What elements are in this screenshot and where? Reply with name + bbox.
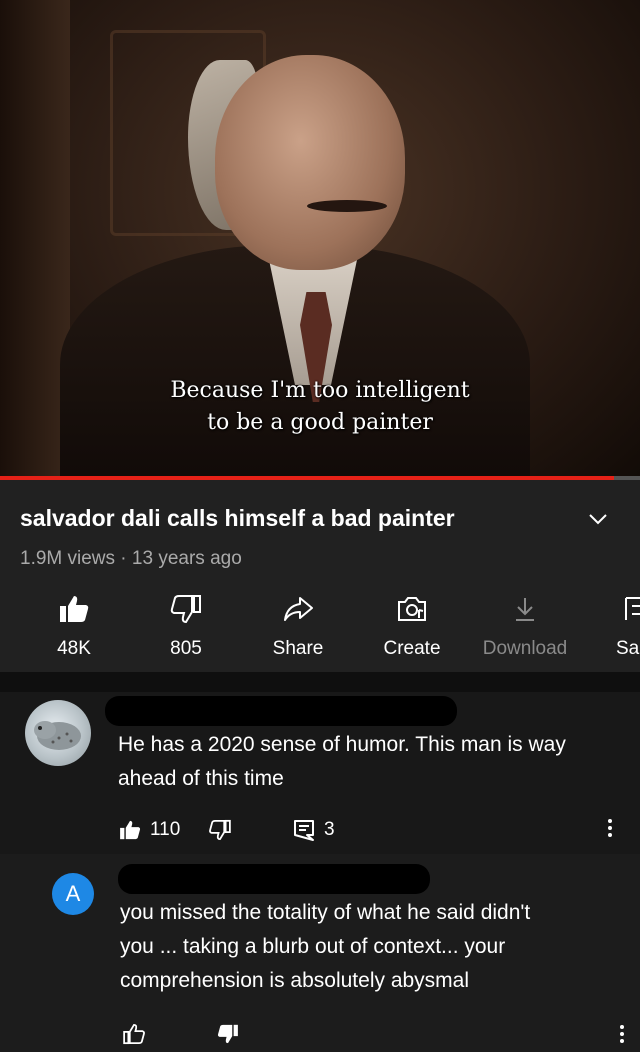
- action-bar: 48K 805 Share Create Download Sa: [0, 592, 640, 672]
- download-button[interactable]: Download: [475, 592, 575, 660]
- share-icon: [284, 597, 313, 621]
- comment-1-like-button[interactable]: 110: [118, 818, 180, 842]
- video-person-head: [215, 55, 405, 270]
- redacted-username: [105, 696, 457, 726]
- comment-1-dislike-button[interactable]: [208, 818, 232, 842]
- like-button[interactable]: 48K: [24, 592, 124, 660]
- comment-2-like-button[interactable]: [122, 1022, 146, 1046]
- comment-2-text-line-1: you missed the totality of what he said …: [120, 901, 531, 924]
- share-label: Share: [272, 638, 324, 659]
- thumbs-up-icon: [123, 1023, 145, 1045]
- comment-1-more-icon[interactable]: [608, 816, 614, 840]
- seal-avatar[interactable]: [25, 700, 91, 766]
- download-label: Download: [482, 638, 568, 659]
- save-icon: [625, 597, 640, 620]
- create-button[interactable]: Create: [362, 592, 462, 660]
- thumbs-down-icon: [170, 595, 201, 624]
- download-icon: [516, 598, 534, 621]
- video-progress-bar[interactable]: [0, 476, 640, 480]
- letter-avatar[interactable]: A: [52, 873, 94, 915]
- save-label: Sa: [616, 638, 640, 659]
- comment-1-text-line-2: ahead of this time: [118, 767, 284, 790]
- thumbs-down-filled-icon: [217, 1024, 238, 1044]
- redacted-username: [118, 864, 430, 894]
- comment-1: He has a 2020 sense of humor. This man i…: [0, 692, 640, 854]
- seal-photo-icon: [34, 721, 81, 750]
- create-label: Create: [383, 638, 441, 659]
- comment-2-dislike-button[interactable]: [216, 1022, 240, 1046]
- comment-1-text-line-1: He has a 2020 sense of humor. This man i…: [118, 733, 566, 756]
- save-button[interactable]: Sa: [574, 592, 640, 660]
- comment-2: A you missed the totality of what he sai…: [0, 854, 640, 1052]
- video-meta: 1.9M views · 13 years ago: [20, 548, 242, 569]
- video-subtitle-line-2: to be a good painter: [207, 410, 433, 435]
- video-progress-fill: [0, 476, 615, 480]
- video-subtitle-line-1: Because I'm too intelligent: [170, 378, 470, 403]
- like-count: 48K: [57, 638, 91, 659]
- thumbs-down-icon: [209, 819, 231, 841]
- comment-1-replies-button[interactable]: 3: [292, 818, 335, 842]
- dislike-count: 805: [170, 638, 202, 659]
- comment-2-text-line-2: you ... taking a blurb out of context...…: [120, 935, 506, 958]
- comment-1-reply-count: 3: [324, 819, 335, 840]
- video-person-mustache: [307, 200, 387, 212]
- video-player[interactable]: Because I'm too intelligent to be a good…: [0, 0, 640, 476]
- create-icon: [398, 597, 426, 621]
- chevron-down-icon[interactable]: [585, 506, 611, 532]
- comment-1-like-count: 110: [150, 819, 181, 840]
- thumbs-up-filled-icon: [60, 596, 89, 622]
- video-title[interactable]: salvador dali calls himself a bad painte…: [20, 505, 455, 532]
- comment-2-more-icon[interactable]: [620, 1022, 626, 1046]
- section-divider: [0, 672, 640, 692]
- reply-comment-icon: [294, 820, 314, 841]
- comment-2-text-line-3: comprehension is absolutely abysmal: [120, 969, 470, 992]
- share-button[interactable]: Share: [248, 592, 348, 660]
- thumbs-up-filled-icon: [120, 820, 141, 840]
- dislike-button[interactable]: 805: [136, 592, 236, 660]
